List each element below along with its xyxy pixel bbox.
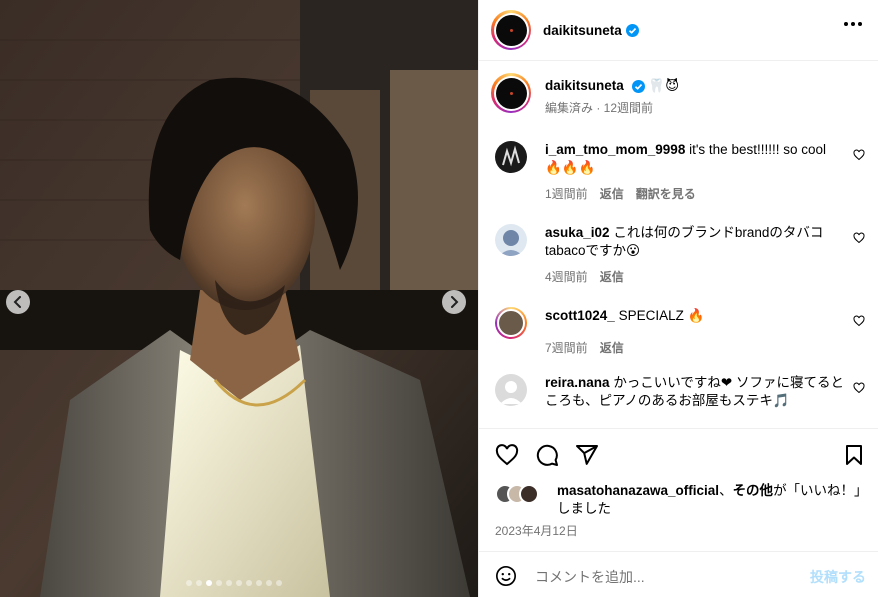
caption-text: 🦷😈 — [648, 78, 680, 93]
verified-badge-icon — [631, 79, 645, 93]
comment-time: 1週間前 — [545, 187, 588, 201]
comment-username[interactable]: i_am_tmo_mom_9998 — [545, 142, 685, 157]
verified-badge-icon — [625, 23, 639, 37]
previous-slide-button[interactable] — [6, 290, 30, 314]
carousel-dot — [276, 580, 282, 586]
reply-button[interactable]: 返信 — [600, 339, 624, 357]
emoji-icon[interactable] — [495, 565, 517, 587]
comments-list[interactable]: daikitsuneta 🦷😈 編集済み · 12週間前 i_am_tmo_mo… — [479, 61, 878, 427]
save-bookmark-icon[interactable] — [842, 443, 866, 467]
like-comment-heart-icon[interactable] — [853, 382, 865, 394]
like-comment-heart-icon[interactable] — [853, 232, 865, 244]
author-username[interactable]: daikitsuneta — [543, 23, 622, 38]
translate-button[interactable]: 翻訳を見る — [636, 185, 696, 203]
comment-icon[interactable] — [535, 443, 559, 467]
like-comment-heart-icon[interactable] — [853, 149, 865, 161]
carousel-dot — [216, 580, 222, 586]
more-options-icon[interactable] — [844, 22, 862, 26]
carousel-dot — [256, 580, 262, 586]
comment-username[interactable]: reira.nana — [545, 375, 610, 390]
comment-time: 4週間前 — [545, 270, 588, 284]
post-sidebar: daikitsuneta daikitsuneta 🦷😈 編集済み · 12週間… — [478, 0, 878, 597]
carousel-indicator — [186, 580, 282, 586]
comment-text: SPECIALZ 🔥 — [618, 308, 705, 323]
post-comment-button[interactable]: 投稿する — [810, 567, 866, 587]
post-actions — [479, 428, 878, 480]
post-photo[interactable] — [0, 0, 478, 597]
add-comment-bar: コメントを追加... 投稿する — [479, 551, 878, 597]
caption-meta: 編集済み · 12週間前 — [545, 101, 654, 115]
avatar[interactable] — [495, 224, 527, 256]
likes-summary: masatohanazawa_official、その他が「いいね！」しました — [495, 482, 865, 518]
chevron-right-icon — [451, 296, 459, 308]
like-comment-heart-icon[interactable] — [853, 315, 865, 327]
share-send-icon[interactable] — [575, 443, 599, 467]
comment-input[interactable]: コメントを追加... — [535, 567, 645, 587]
comment-username[interactable]: asuka_i02 — [545, 225, 610, 240]
portrait-image — [0, 0, 478, 597]
liker-username[interactable]: masatohanazawa_official — [557, 483, 719, 498]
liker-avatars[interactable] — [495, 484, 539, 504]
reply-button[interactable]: 返信 — [600, 268, 624, 286]
carousel-dot — [226, 580, 232, 586]
carousel-dot — [236, 580, 242, 586]
avatar[interactable] — [495, 141, 527, 173]
comment-username[interactable]: scott1024_ — [545, 308, 615, 323]
carousel-dot — [206, 580, 212, 586]
next-slide-button[interactable] — [442, 290, 466, 314]
post-date[interactable]: 2023年4月12日 — [495, 522, 578, 539]
likes-separator: 、 — [719, 483, 733, 498]
avatar[interactable] — [491, 10, 531, 50]
caption-username[interactable]: daikitsuneta — [545, 78, 624, 93]
avatar[interactable] — [491, 73, 531, 113]
likes-others-link[interactable]: その他 — [733, 483, 774, 498]
carousel-dot — [246, 580, 252, 586]
carousel-dot — [186, 580, 192, 586]
chevron-left-icon — [13, 296, 21, 308]
avatar[interactable] — [495, 307, 527, 339]
comment-time: 7週間前 — [545, 341, 588, 355]
like-heart-icon[interactable] — [495, 443, 519, 467]
carousel-dot — [266, 580, 272, 586]
carousel-dot — [196, 580, 202, 586]
avatar[interactable] — [495, 374, 527, 406]
reply-button[interactable]: 返信 — [600, 185, 624, 203]
post-header: daikitsuneta — [479, 0, 878, 61]
